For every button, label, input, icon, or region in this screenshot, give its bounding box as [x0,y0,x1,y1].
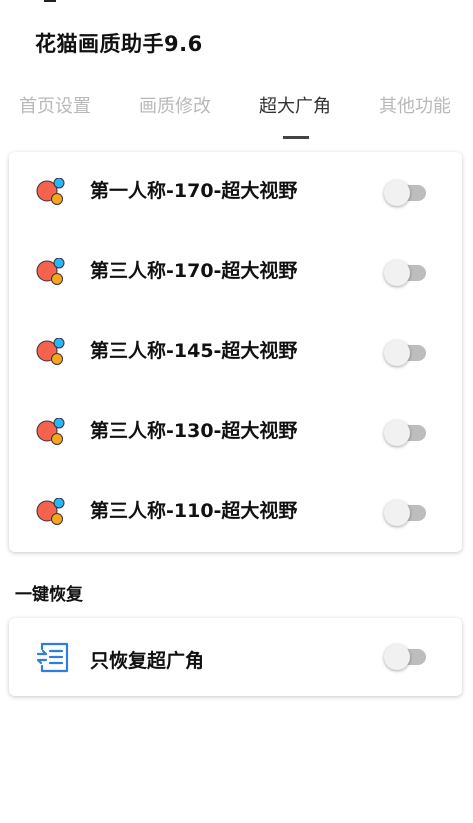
fov-option-label: 第三人称-110-超大视野 [90,500,298,522]
bubbles-icon [36,418,65,445]
fov-option-label: 第三人称-130-超大视野 [90,420,298,442]
restore-list-icon [36,642,69,673]
fov-toggle[interactable] [384,180,428,206]
toggle-thumb [384,260,410,286]
fov-toggle[interactable] [384,260,428,286]
fov-toggle[interactable] [384,500,428,526]
restore-section-title: 一键恢复 [15,585,83,605]
app-title: 花猫画质助手9.6 [35,32,203,56]
bubbles-icon [36,258,65,285]
fov-toggle[interactable] [384,340,428,366]
toggle-thumb [384,420,410,446]
bubbles-icon [36,338,65,365]
fov-option-label: 第一人称-170-超大视野 [90,180,298,202]
bubbles-icon [36,178,65,205]
restore-toggle[interactable] [384,644,428,670]
restore-card: 只恢复超广角 [9,618,462,696]
toggle-thumb [384,180,410,206]
toggle-thumb [384,500,410,526]
tab-quality-edit[interactable]: 画质修改 [139,92,211,118]
fov-option-row[interactable]: 第三人称-145-超大视野 [9,312,462,392]
tab-home-settings[interactable]: 首页设置 [19,92,91,118]
fov-toggle[interactable] [384,420,428,446]
restore-option-row[interactable]: 只恢复超广角 [9,618,462,696]
fov-option-row[interactable]: 第三人称-130-超大视野 [9,392,462,472]
bubbles-icon [36,498,65,525]
fov-option-row[interactable]: 第三人称-110-超大视野 [9,472,462,552]
toggle-thumb [384,644,410,670]
toggle-thumb [384,340,410,366]
fov-option-row[interactable]: 第三人称-170-超大视野 [9,232,462,312]
fov-option-label: 第三人称-170-超大视野 [90,260,298,282]
fov-option-label: 第三人称-145-超大视野 [90,340,298,362]
status-bar-fragment [44,0,56,2]
fov-option-row[interactable]: 第一人称-170-超大视野 [9,152,462,232]
tab-other-features[interactable]: 其他功能 [379,92,451,118]
restore-option-label: 只恢复超广角 [90,650,205,672]
active-tab-indicator [283,136,309,139]
tab-bar: 首页设置 画质修改 超大广角 其他功能 [0,92,473,139]
fov-options-card: 第一人称-170-超大视野 第三人称-170-超大视野 第三人称-145-超大视… [9,152,462,552]
tab-wide-angle[interactable]: 超大广角 [259,92,331,118]
